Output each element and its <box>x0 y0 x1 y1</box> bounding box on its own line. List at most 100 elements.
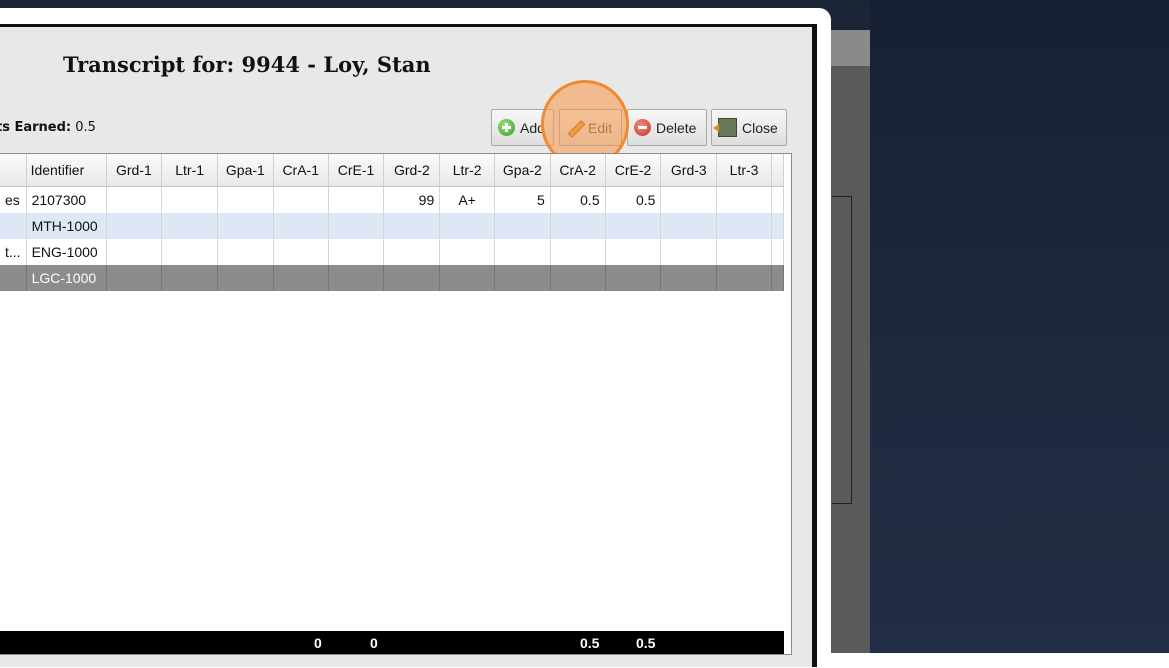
table-cell: es <box>0 186 27 213</box>
table-row[interactable]: t... ENG-1000 <box>0 239 784 265</box>
column-header[interactable]: Identifier <box>26 154 107 187</box>
transcript-grid[interactable]: Identifier Grd-1 Ltr-1 Gpa-1 CrA-1 CrE-1… <box>0 153 792 655</box>
credits-earned-value: 0.5 <box>75 120 96 135</box>
table-cell <box>217 186 274 213</box>
table-cell: 99 <box>383 186 441 213</box>
credits-earned-label: ts Earned: <box>0 120 72 135</box>
total-cre-1: 0 <box>370 635 378 651</box>
column-header[interactable]: CrE-2 <box>605 154 662 187</box>
table-cell <box>771 213 784 239</box>
background-app-panel <box>870 0 1169 653</box>
column-header[interactable] <box>0 154 27 187</box>
credits-earned: ts Earned: 0.5 <box>0 120 96 135</box>
column-header[interactable]: Gpa-2 <box>494 154 551 187</box>
table-cell <box>161 239 218 265</box>
table-cell <box>273 239 329 265</box>
column-header[interactable]: Gpa-1 <box>217 154 274 187</box>
table-cell <box>328 265 385 291</box>
column-header[interactable]: Ltr-1 <box>161 154 218 187</box>
totals-row: 0 0 0.5 0.5 <box>0 631 784 654</box>
table-cell <box>605 239 662 265</box>
close-button[interactable]: Close <box>711 109 787 146</box>
table-cell <box>439 213 495 239</box>
table-cell: MTH-1000 <box>26 213 107 239</box>
column-header[interactable]: CrA-1 <box>273 154 329 187</box>
table-cell <box>660 213 718 239</box>
column-header <box>771 154 784 187</box>
table-cell: ENG-1000 <box>26 239 107 265</box>
table-cell <box>106 213 163 239</box>
table-cell <box>439 239 495 265</box>
table-cell <box>161 186 218 213</box>
table-cell <box>383 213 441 239</box>
table-cell <box>716 213 772 239</box>
table-cell <box>439 265 495 291</box>
table-cell <box>0 265 27 291</box>
dialog-title: Transcript for: 9944 - Loy, Stan <box>63 52 431 77</box>
column-header[interactable]: Ltr-2 <box>439 154 495 187</box>
column-header[interactable]: CrA-2 <box>550 154 606 187</box>
table-header-row: Identifier Grd-1 Ltr-1 Gpa-1 CrA-1 CrE-1… <box>0 154 784 187</box>
table-cell <box>383 239 441 265</box>
total-cra-2: 0.5 <box>580 635 600 651</box>
table-cell <box>106 265 163 291</box>
add-button[interactable]: Add <box>491 109 554 146</box>
table-cell <box>161 213 218 239</box>
table-cell <box>550 239 606 265</box>
column-header[interactable]: Ltr-3 <box>716 154 772 187</box>
table-cell <box>217 213 274 239</box>
table-cell <box>716 186 772 213</box>
edit-button[interactable]: Edit <box>559 109 622 146</box>
table-cell <box>328 213 385 239</box>
table-cell: LGC-1000 <box>26 265 107 291</box>
table-cell: A+ <box>439 186 495 213</box>
table-cell: t... <box>0 239 27 265</box>
delete-button[interactable]: Delete <box>627 109 707 146</box>
table-cell <box>771 239 784 265</box>
pencil-icon <box>566 119 583 136</box>
table-cell <box>771 265 784 291</box>
table-cell <box>716 265 772 291</box>
table-cell <box>273 186 329 213</box>
table-cell <box>217 265 274 291</box>
table-cell <box>716 239 772 265</box>
table-cell <box>771 186 784 213</box>
table-cell <box>605 265 662 291</box>
table-cell: 0.5 <box>605 186 662 213</box>
table-cell <box>494 239 551 265</box>
close-button-label: Close <box>742 119 778 136</box>
table-row-selected[interactable]: LGC-1000 <box>0 265 784 291</box>
table-cell <box>273 265 329 291</box>
exit-door-icon <box>713 118 737 137</box>
table-cell <box>660 239 718 265</box>
table-cell <box>217 239 274 265</box>
table-cell: 2107300 <box>26 186 107 213</box>
table-cell <box>550 265 606 291</box>
table-cell: 5 <box>494 186 551 213</box>
table-cell <box>605 213 662 239</box>
table-cell <box>106 239 163 265</box>
table-cell <box>550 213 606 239</box>
table-cell <box>0 213 27 239</box>
edit-button-label: Edit <box>588 119 613 136</box>
add-icon <box>498 119 515 136</box>
total-cre-2: 0.5 <box>636 635 656 651</box>
table-cell <box>328 239 385 265</box>
total-cra-1: 0 <box>314 635 322 651</box>
column-header[interactable]: Grd-2 <box>383 154 441 187</box>
background-panel-frame <box>832 196 852 504</box>
column-header[interactable]: Grd-1 <box>106 154 163 187</box>
column-header[interactable]: CrE-1 <box>328 154 385 187</box>
table-cell <box>660 265 718 291</box>
table-cell <box>161 265 218 291</box>
table-cell <box>494 265 551 291</box>
transcript-table: Identifier Grd-1 Ltr-1 Gpa-1 CrA-1 CrE-1… <box>0 154 784 291</box>
minus-circle-icon <box>634 119 651 136</box>
column-header[interactable]: Grd-3 <box>660 154 718 187</box>
table-cell <box>660 186 718 213</box>
table-cell <box>383 265 441 291</box>
table-cell <box>494 213 551 239</box>
table-row[interactable]: es 2107300 99 A+ 5 0.5 0.5 <box>0 186 784 213</box>
table-cell <box>106 186 163 213</box>
table-row[interactable]: MTH-1000 <box>0 213 784 239</box>
